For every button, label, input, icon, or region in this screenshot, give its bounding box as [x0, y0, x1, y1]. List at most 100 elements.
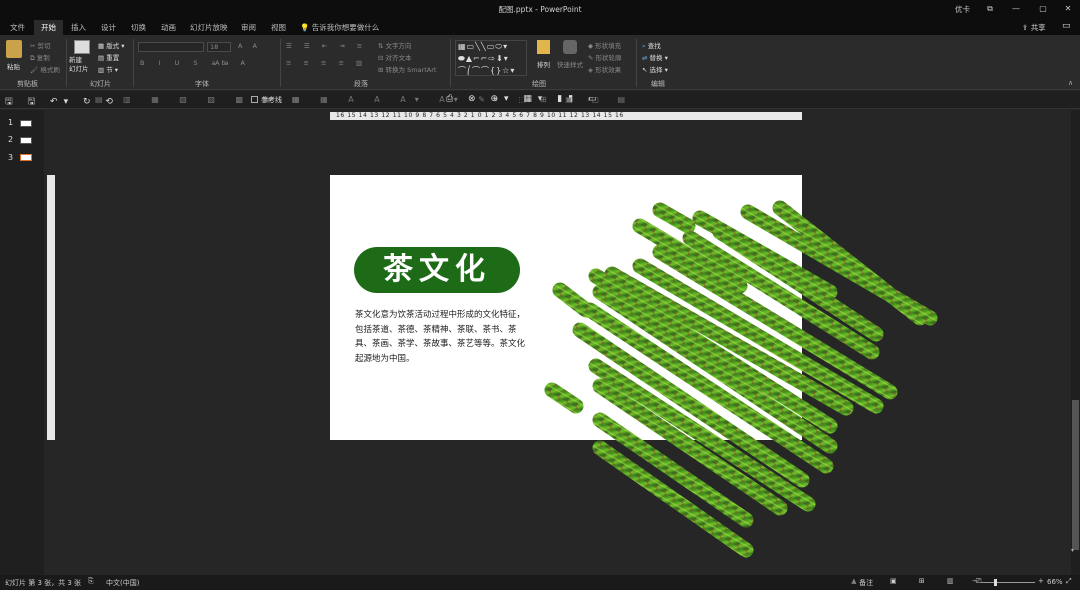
language-status[interactable]: 中文(中国) — [106, 578, 139, 588]
select-label: 选择 — [649, 66, 663, 74]
section-label: 节 — [106, 66, 113, 74]
text-direction-icon: ⇅ — [378, 42, 384, 50]
fit-slide-icon[interactable]: ⤢ — [1066, 577, 1072, 586]
effects-icon: ◈ — [588, 66, 593, 74]
paste-icon[interactable] — [6, 40, 22, 58]
notes-button[interactable]: ≜ 备注 — [851, 578, 873, 588]
customize-qat-icon[interactable]: ⸗ — [588, 95, 590, 103]
image-strip — [552, 282, 594, 318]
collapse-ribbon-icon[interactable]: ∧ — [1068, 79, 1073, 87]
slide-thumbnail[interactable] — [20, 120, 32, 127]
quick-access-toolbar: 🖫 🖫 ↶▾ ↻ ⟲ ▤ ▥ ▦ ▧ ▨ ▩ ▤ ▥ 参考线 ▦ ▦ A A A… — [0, 91, 1080, 109]
new-slide-icon[interactable] — [74, 40, 90, 54]
tell-me-box[interactable]: 💡 告诉我你想要做什么 — [300, 22, 379, 33]
quick-styles-button[interactable]: 快速样式 — [557, 59, 583, 69]
slides-group-label: 幻灯片 — [90, 80, 111, 88]
zoom-out-button[interactable]: − — [972, 577, 978, 585]
slide-title-pill[interactable]: 茶文化 — [354, 247, 520, 293]
copy-button[interactable]: ⧉ 复制 — [30, 52, 50, 63]
format-painter-button[interactable]: 🖌 格式刷 — [30, 64, 60, 74]
tab-home[interactable]: 开始 — [34, 20, 63, 35]
replace-icon: ⇄ — [642, 54, 648, 62]
tab-review[interactable]: 审阅 — [234, 20, 263, 35]
font-size-field[interactable]: 18 — [207, 42, 231, 52]
slide-body-text[interactable]: 茶文化意为饮茶活动过程中形成的文化特征，包括茶道、茶德、茶精神、茶联、茶书、茶具… — [355, 308, 525, 366]
zoom-in-button[interactable]: + — [1038, 577, 1044, 585]
ribbon-divider — [66, 39, 67, 87]
copy-icon: ⧉ — [30, 54, 35, 62]
qat-extra-buttons: ⊞ ▣ ▢ ▤ — [540, 95, 634, 104]
status-bar: 幻灯片 第 3 张，共 3 张 ⎘ 中文(中国) ≜ 备注 ▣ ⊞ ▥ ⎚ − … — [0, 575, 1080, 590]
zoom-slider[interactable] — [981, 582, 1035, 583]
shape-effects-button[interactable]: ◈ 形状效果 — [588, 64, 621, 74]
shape-effects-label: 形状效果 — [595, 66, 622, 74]
user-name[interactable]: 优卡 — [955, 4, 970, 15]
brush-icon: 🖌 — [30, 66, 39, 74]
gridlines-checkbox[interactable] — [251, 96, 258, 103]
tab-transitions[interactable]: 切换 — [124, 20, 153, 35]
paste-button[interactable]: 粘贴 — [7, 61, 20, 71]
slide-thumbnail-selected[interactable] — [20, 154, 32, 161]
slide-thumbnail[interactable] — [20, 137, 32, 144]
scroll-thumb[interactable] — [1072, 400, 1079, 550]
tab-insert[interactable]: 插入 — [64, 20, 93, 35]
reset-button[interactable]: ▤ 重置 — [98, 52, 119, 62]
find-button[interactable]: ⌕ 查找 — [642, 40, 661, 51]
quick-styles-icon[interactable] — [563, 40, 577, 54]
section-button[interactable]: ▥ 节 ▾ — [98, 64, 118, 74]
font-name-field[interactable] — [138, 42, 204, 52]
share-icon: ⇪ — [1022, 23, 1029, 32]
align-text-button[interactable]: ⊟ 对齐文本 — [378, 52, 412, 62]
tab-animations[interactable]: 动画 — [154, 20, 183, 35]
horizontal-ruler: 16 15 14 13 12 11 10 9 8 7 6 5 4 3 2 1 0… — [330, 112, 802, 120]
ribbon-divider — [450, 39, 451, 87]
tea-image-strips[interactable] — [540, 190, 940, 570]
lightbulb-icon: 💡 — [300, 23, 310, 32]
minimize-button[interactable]: — — [1009, 3, 1023, 15]
copy-label: 复制 — [36, 54, 50, 62]
layout-button[interactable]: ▦ 版式 ▾ — [98, 40, 125, 50]
close-button[interactable]: ✕ — [1061, 3, 1075, 15]
find-label: 查找 — [647, 42, 661, 50]
arrange-icon[interactable] — [537, 40, 550, 54]
spellcheck-icon[interactable]: ⎘ — [88, 577, 94, 586]
text-direction-button[interactable]: ⇅ 文字方向 — [378, 40, 412, 50]
zoom-level[interactable]: 66% — [1047, 578, 1063, 586]
font-color-buttons[interactable]: Aa A — [215, 59, 250, 67]
smartart-button[interactable]: ⊞ 转换为 SmartArt — [378, 64, 436, 74]
tab-file[interactable]: 文件 — [3, 20, 32, 35]
tab-view[interactable]: 视图 — [264, 20, 293, 35]
cut-label: 剪切 — [37, 42, 51, 50]
align-buttons[interactable]: ≡ ≡ ≡ ≡ ▥ — [286, 59, 367, 67]
format-painter-label: 格式刷 — [40, 66, 60, 74]
shapes-gallery[interactable]: ▦▭╲╲▭⬭▾ ⬬▲⌐⌐⇨⬇▾ ⌒⎛⌒⌒{}☆▾ — [455, 40, 527, 76]
share-button[interactable]: ⇪ 共享 — [1022, 22, 1046, 33]
font-grow-shrink[interactable]: A A — [238, 42, 261, 50]
vertical-ruler — [47, 175, 55, 440]
vertical-scrollbar[interactable]: ▾ — [1071, 110, 1080, 575]
maximize-button[interactable]: ▢ — [1036, 3, 1050, 15]
new-slide-button[interactable]: 新建 幻灯片 — [69, 56, 89, 74]
cut-button[interactable]: ✂ 剪切 — [30, 40, 51, 50]
shape-outline-button[interactable]: ✎ 形状轮廓 — [588, 52, 622, 62]
text-direction-label: 文字方向 — [385, 42, 412, 50]
fill-icon: ◆ — [588, 42, 593, 50]
shape-fill-button[interactable]: ◆ 形状填充 — [588, 40, 621, 50]
tab-design[interactable]: 设计 — [94, 20, 123, 35]
replace-button[interactable]: ⇄ 替换 ▾ — [642, 52, 668, 62]
scissors-icon: ✂ — [30, 42, 36, 50]
scroll-down-icon[interactable]: ▾ — [1071, 547, 1074, 554]
zoom-slider-thumb[interactable] — [994, 579, 997, 586]
select-button[interactable]: ↖ 选择 ▾ — [642, 64, 668, 74]
notes-icon: ≜ — [851, 579, 857, 587]
arrange-button[interactable]: 排列 — [537, 59, 550, 69]
tab-slideshow[interactable]: 幻灯片放映 — [183, 20, 235, 35]
list-buttons[interactable]: ☰ ☰ ⇤ ⇥ ≡ — [286, 42, 367, 50]
ribbon-display-icon[interactable]: ⧉ — [983, 3, 997, 15]
comment-icon[interactable]: ▭ — [1062, 21, 1071, 31]
align-text-label: 对齐文本 — [385, 54, 412, 62]
replace-label: 替换 — [649, 54, 663, 62]
reset-icon: ▤ — [98, 54, 105, 62]
align-text-icon: ⊟ — [378, 54, 384, 62]
ribbon-tabs: 文件 开始 插入 设计 切换 动画 幻灯片放映 审阅 视图 💡 告诉我你想要做什… — [0, 17, 1080, 35]
